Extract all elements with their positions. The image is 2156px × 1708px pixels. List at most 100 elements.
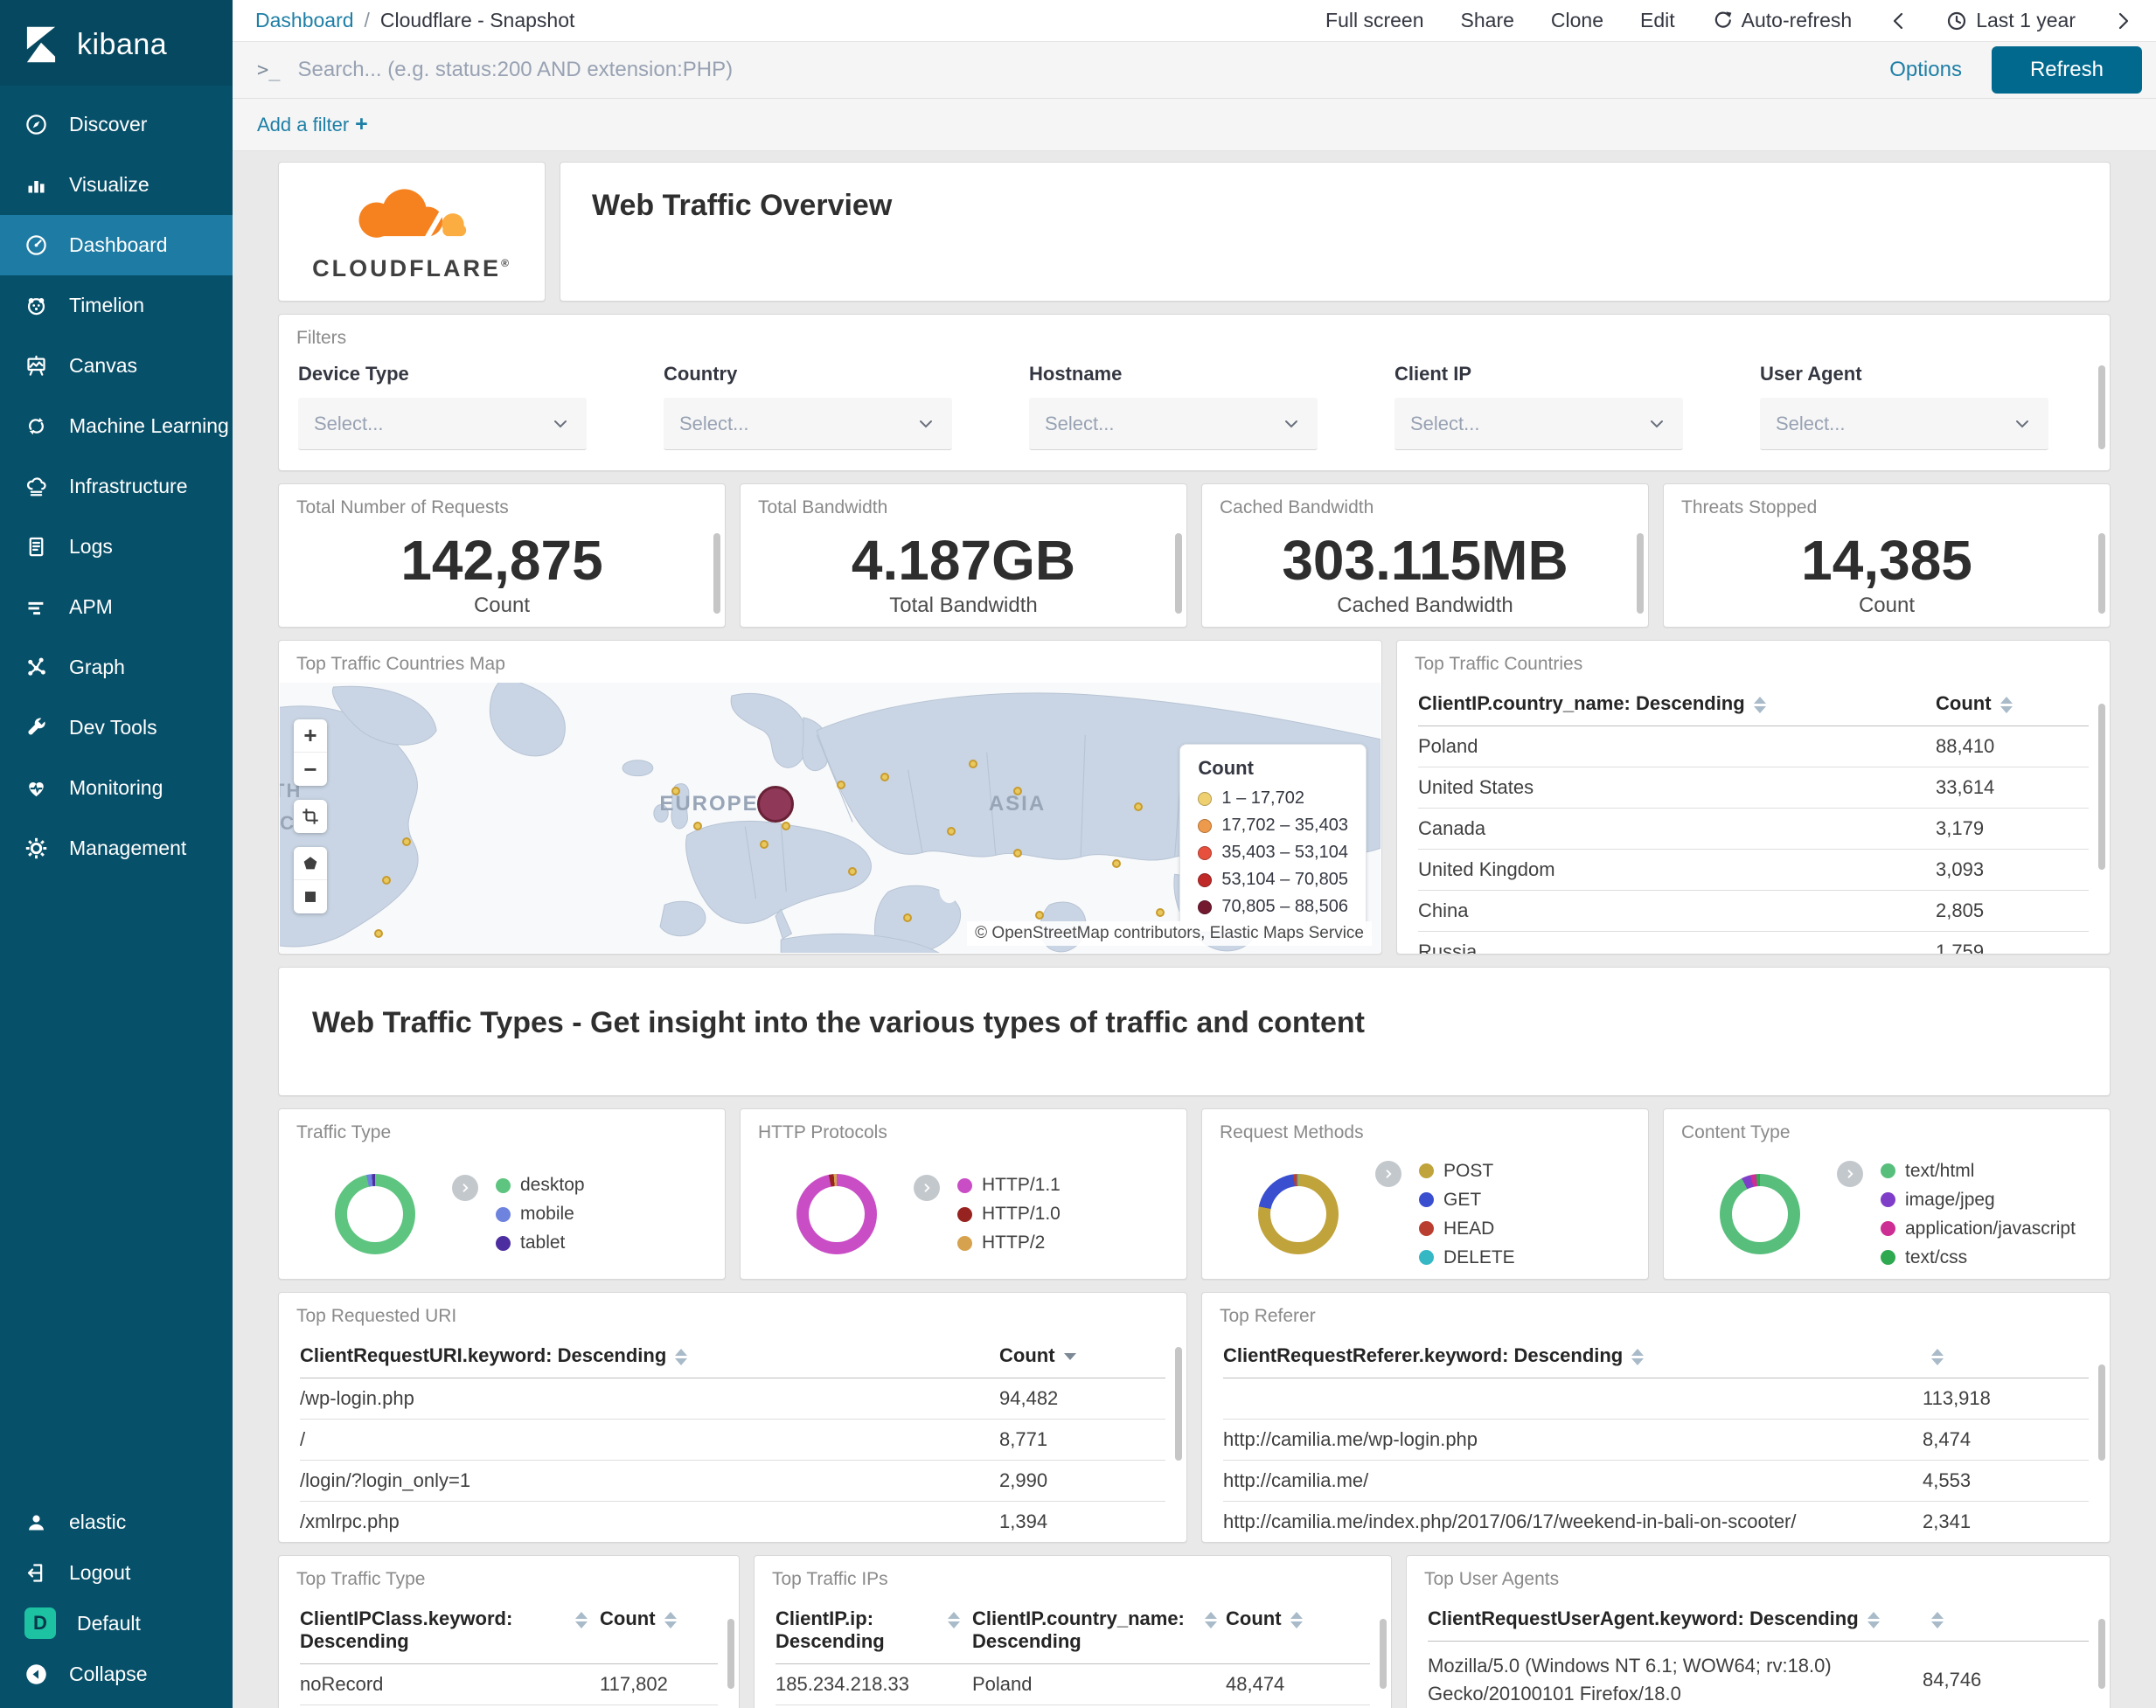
sort-icon[interactable] bbox=[664, 1612, 677, 1628]
table-row[interactable]: Russia 1,759 bbox=[1418, 932, 2089, 954]
sort-icon[interactable] bbox=[1205, 1612, 1217, 1628]
map-attribution[interactable]: © OpenStreetMap contributors, Elastic Ma… bbox=[967, 921, 1372, 946]
map-zoom-out-button[interactable]: − bbox=[294, 753, 327, 786]
scrollbar-thumb[interactable] bbox=[2098, 365, 2105, 449]
legend-item[interactable]: image/jpeg bbox=[1881, 1190, 2076, 1211]
sort-icon[interactable] bbox=[1290, 1612, 1303, 1628]
legend-item[interactable]: HTTP/1.0 bbox=[957, 1204, 1061, 1225]
filter-select[interactable]: Select... bbox=[1394, 398, 1683, 450]
sidebar-item-apm[interactable]: APM bbox=[0, 577, 233, 637]
legend-toggle-button[interactable] bbox=[914, 1175, 940, 1201]
legend-item[interactable]: GET bbox=[1419, 1190, 1515, 1211]
world-map[interactable]: TH IC EUROPE ASIA + − bbox=[280, 683, 1381, 953]
edit-button[interactable]: Edit bbox=[1640, 9, 1675, 32]
table-row[interactable]: Mozilla/5.0 (Windows NT 6.1; WOW64; rv:1… bbox=[1428, 1642, 2089, 1708]
legend-toggle-button[interactable] bbox=[1375, 1160, 1401, 1187]
map-data-point[interactable] bbox=[693, 821, 703, 830]
filter-select[interactable]: Select... bbox=[1029, 398, 1318, 450]
legend-item[interactable]: HEAD bbox=[1419, 1219, 1515, 1239]
legend-toggle-button[interactable] bbox=[1837, 1160, 1863, 1187]
sort-icon[interactable] bbox=[575, 1612, 588, 1628]
scrollbar-thumb[interactable] bbox=[713, 533, 720, 614]
table-row[interactable]: United Kingdom 3,093 bbox=[1418, 850, 2089, 891]
breadcrumb-dashboard-link[interactable]: Dashboard bbox=[255, 9, 354, 32]
sidebar-item-discover[interactable]: Discover bbox=[0, 94, 233, 155]
sort-icon[interactable] bbox=[1931, 1349, 1944, 1365]
map-data-point[interactable] bbox=[837, 781, 846, 790]
table-row[interactable]: /login/?login_only=1 2,990 bbox=[300, 1461, 1165, 1502]
table-row[interactable]: /wp-login.php 94,482 bbox=[300, 1378, 1165, 1420]
search-input[interactable] bbox=[297, 58, 1860, 82]
legend-item[interactable]: mobile bbox=[496, 1204, 585, 1225]
sort-icon[interactable] bbox=[948, 1612, 960, 1628]
legend-item[interactable]: text/html bbox=[1881, 1161, 2076, 1182]
legend-item[interactable]: POST bbox=[1419, 1161, 1515, 1182]
options-link[interactable]: Options bbox=[1889, 58, 1962, 82]
traffic-type-donut-chart[interactable] bbox=[335, 1174, 415, 1254]
sidebar-item-user[interactable]: elastic bbox=[0, 1496, 233, 1547]
scrollbar-thumb[interactable] bbox=[1380, 1619, 1387, 1689]
sidebar-item-infrastructure[interactable]: Infrastructure bbox=[0, 456, 233, 517]
kibana-logo[interactable]: kibana bbox=[0, 0, 233, 86]
scrollbar-thumb[interactable] bbox=[727, 1619, 734, 1689]
legend-item[interactable]: HTTP/1.1 bbox=[957, 1175, 1061, 1196]
sidebar-item-collapse[interactable]: Collapse bbox=[0, 1649, 233, 1699]
time-forward-button[interactable] bbox=[2112, 10, 2133, 31]
sort-icon[interactable] bbox=[1931, 1612, 1944, 1628]
scrollbar-thumb[interactable] bbox=[1175, 533, 1182, 614]
map-data-point[interactable] bbox=[759, 840, 769, 850]
sidebar-item-machine-learning[interactable]: Machine Learning bbox=[0, 396, 233, 456]
map-data-point[interactable] bbox=[1012, 848, 1022, 857]
time-range-picker[interactable]: Last 1 year bbox=[1946, 9, 2076, 32]
filter-select[interactable]: Select... bbox=[664, 398, 952, 450]
sidebar-item-management[interactable]: Management bbox=[0, 818, 233, 878]
map-data-point[interactable] bbox=[671, 786, 681, 795]
clone-button[interactable]: Clone bbox=[1551, 9, 1603, 32]
table-row[interactable]: 113,918 bbox=[1223, 1378, 2089, 1420]
scrollbar-thumb[interactable] bbox=[1637, 533, 1644, 614]
map-data-point[interactable] bbox=[1134, 802, 1144, 812]
sort-desc-icon[interactable] bbox=[1063, 1353, 1076, 1360]
content-type-donut-chart[interactable] bbox=[1720, 1174, 1800, 1254]
map-data-point[interactable] bbox=[1111, 859, 1121, 869]
sidebar-item-monitoring[interactable]: Monitoring bbox=[0, 758, 233, 818]
table-row[interactable]: / 8,771 bbox=[300, 1420, 1165, 1461]
sort-icon[interactable] bbox=[1753, 697, 1766, 713]
sidebar-item-dev-tools[interactable]: Dev Tools bbox=[0, 698, 233, 758]
sort-icon[interactable] bbox=[1631, 1349, 1645, 1365]
map-data-point[interactable] bbox=[969, 759, 978, 768]
filter-select[interactable]: Select... bbox=[298, 398, 587, 450]
refresh-button[interactable]: Refresh bbox=[1991, 46, 2142, 94]
sidebar-item-visualize[interactable]: Visualize bbox=[0, 155, 233, 215]
legend-toggle-button[interactable] bbox=[452, 1175, 478, 1201]
table-row[interactable]: http://camilia.me/ 4,553 bbox=[1223, 1461, 2089, 1502]
request-methods-donut-chart[interactable] bbox=[1258, 1174, 1339, 1254]
scrollbar-thumb[interactable] bbox=[2098, 1364, 2105, 1461]
table-row[interactable]: noRecord 117,802 bbox=[300, 1664, 718, 1705]
table-row[interactable]: 185.234.218.33 Poland 48,474 bbox=[775, 1664, 1370, 1705]
map-data-point[interactable] bbox=[847, 867, 857, 877]
table-row[interactable]: http://camilia.me/index.php/2017/06/17/w… bbox=[1223, 1502, 2089, 1542]
full-screen-button[interactable]: Full screen bbox=[1325, 9, 1423, 32]
legend-item[interactable]: application/javascript bbox=[1881, 1219, 2076, 1239]
legend-item[interactable]: tablet bbox=[496, 1232, 585, 1253]
table-row[interactable]: /xmlrpc.php 1,394 bbox=[300, 1502, 1165, 1542]
table-row[interactable]: Canada 3,179 bbox=[1418, 809, 2089, 850]
http-protocols-donut-chart[interactable] bbox=[796, 1174, 877, 1254]
map-data-point[interactable] bbox=[782, 821, 791, 830]
sidebar-item-space-default[interactable]: D Default bbox=[0, 1598, 233, 1649]
map-bubble-top-country[interactable] bbox=[756, 786, 794, 823]
add-filter-link[interactable]: Add a filter + bbox=[257, 112, 368, 137]
sidebar-item-logs[interactable]: Logs bbox=[0, 517, 233, 577]
map-data-point[interactable] bbox=[1034, 910, 1044, 920]
sort-icon[interactable] bbox=[675, 1349, 688, 1365]
scrollbar-thumb[interactable] bbox=[2098, 533, 2105, 614]
sidebar-item-graph[interactable]: Graph bbox=[0, 637, 233, 698]
scrollbar-thumb[interactable] bbox=[2098, 704, 2105, 870]
map-fit-bounds-button[interactable] bbox=[294, 800, 327, 833]
scrollbar-thumb[interactable] bbox=[2098, 1619, 2105, 1689]
map-data-point[interactable] bbox=[902, 913, 912, 922]
map-data-point[interactable] bbox=[382, 875, 392, 885]
legend-item[interactable]: desktop bbox=[496, 1175, 585, 1196]
share-button[interactable]: Share bbox=[1461, 9, 1514, 32]
